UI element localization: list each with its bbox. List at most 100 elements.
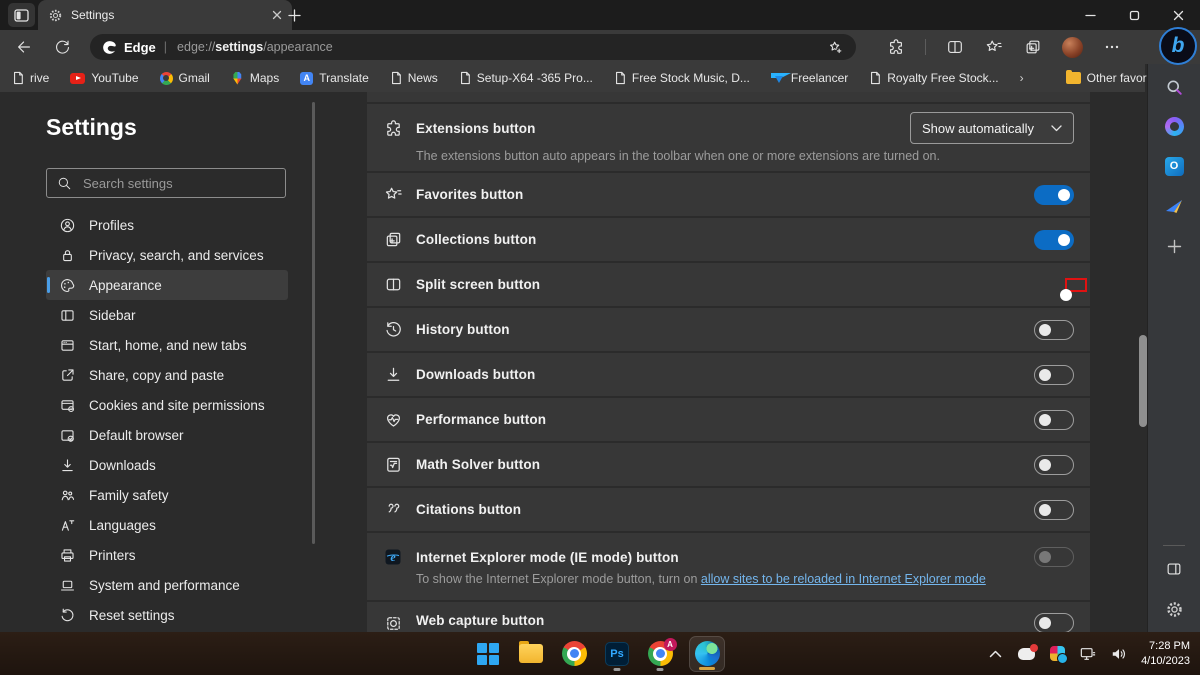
sidebar-item-cookies-permissions[interactable]: Cookies and site permissions bbox=[46, 390, 288, 420]
bing-chat-button[interactable]: b bbox=[1159, 27, 1197, 65]
web-capture-button-toggle[interactable] bbox=[1034, 613, 1074, 632]
sidebar-item-system-performance[interactable]: System and performance bbox=[46, 570, 288, 600]
microsoft365-icon bbox=[1165, 117, 1184, 136]
favorites-icon bbox=[383, 185, 403, 205]
page-icon bbox=[390, 71, 402, 85]
tab-close-icon[interactable] bbox=[272, 10, 282, 20]
start-button[interactable] bbox=[474, 636, 502, 672]
close-button[interactable] bbox=[1156, 0, 1200, 30]
sidebar-item-share-copy-paste[interactable]: Share, copy and paste bbox=[46, 360, 288, 390]
maximize-button[interactable] bbox=[1112, 0, 1156, 30]
extensions-visibility-dropdown[interactable]: Show automatically bbox=[910, 112, 1074, 144]
chrome-profile-button[interactable]: A bbox=[646, 636, 674, 672]
sidebar-item-downloads[interactable]: Downloads bbox=[46, 450, 288, 480]
workspaces-button[interactable] bbox=[8, 3, 35, 27]
favorites-button-toggle[interactable] bbox=[1034, 185, 1074, 205]
photoshop-button[interactable]: Ps bbox=[603, 636, 631, 672]
volume-tray-icon[interactable] bbox=[1110, 645, 1128, 663]
search-input[interactable] bbox=[81, 175, 275, 192]
sidebar-microsoft365-button[interactable] bbox=[1161, 113, 1187, 139]
chrome-icon: A bbox=[648, 641, 673, 666]
citations-button-toggle[interactable] bbox=[1034, 500, 1074, 520]
performance-button-toggle[interactable] bbox=[1034, 410, 1074, 430]
privacy-lock-icon bbox=[58, 246, 76, 264]
profile-badge: A bbox=[664, 638, 677, 651]
search-icon bbox=[57, 176, 72, 191]
new-tab-button[interactable] bbox=[282, 4, 306, 26]
sidebar-settings-gear-button[interactable] bbox=[1161, 596, 1187, 622]
bookmarks-overflow-button[interactable]: › bbox=[1020, 71, 1024, 85]
active-indicator bbox=[699, 667, 715, 670]
page-scrollbar-thumb[interactable] bbox=[1139, 335, 1147, 427]
citations-icon bbox=[383, 500, 403, 520]
sidebar-panel-toggle-button[interactable] bbox=[1161, 556, 1187, 582]
network-tray-icon[interactable] bbox=[1079, 645, 1097, 663]
bookmark-item[interactable]: Free Stock Music, D... bbox=[614, 71, 750, 85]
slack-tray-icon[interactable] bbox=[1048, 645, 1066, 663]
bookmark-item[interactable]: rive bbox=[12, 71, 49, 85]
add-favorite-icon[interactable] bbox=[827, 39, 844, 56]
chrome-button[interactable] bbox=[560, 636, 588, 672]
bookmark-item[interactable]: News bbox=[390, 71, 438, 85]
taskbar-clock[interactable]: 7:28 PM 4/10/2023 bbox=[1141, 639, 1190, 668]
collections-button-toggle[interactable] bbox=[1034, 230, 1074, 250]
bookmark-item[interactable]: Setup-X64 -365 Pro... bbox=[459, 71, 593, 85]
collections-toolbar-icon[interactable] bbox=[1023, 37, 1043, 57]
split-screen-toolbar-icon[interactable] bbox=[945, 37, 965, 57]
sidebar-divider bbox=[1163, 545, 1185, 546]
sidebar-add-button[interactable] bbox=[1161, 233, 1187, 259]
sidebar-item-start-home[interactable]: Start, home, and new tabs bbox=[46, 330, 288, 360]
downloads-button-toggle[interactable] bbox=[1034, 365, 1074, 385]
math-solver-button-toggle[interactable] bbox=[1034, 455, 1074, 475]
bookmark-item[interactable]: Royalty Free Stock... bbox=[869, 71, 998, 85]
bookmark-item[interactable]: Freelancer bbox=[771, 71, 848, 85]
sidebar-outlook-button[interactable]: O bbox=[1161, 153, 1187, 179]
languages-icon bbox=[58, 516, 76, 534]
refresh-button[interactable] bbox=[52, 37, 72, 57]
favorites-toolbar-icon[interactable] bbox=[984, 37, 1004, 57]
sidebar-search-button[interactable] bbox=[1161, 74, 1187, 100]
bookmark-item[interactable]: YouTube bbox=[70, 71, 138, 85]
setting-row-ie-mode: e Internet Explorer mode (IE mode) butto… bbox=[367, 533, 1090, 600]
nav-scrollbar[interactable] bbox=[312, 102, 315, 544]
extensions-icon bbox=[383, 118, 403, 138]
history-button-toggle[interactable] bbox=[1034, 320, 1074, 340]
tray-chevron-icon[interactable] bbox=[986, 645, 1004, 663]
tab-settings[interactable]: Settings bbox=[38, 0, 292, 30]
address-separator: | bbox=[164, 40, 167, 54]
bookmark-item[interactable]: A Translate bbox=[300, 71, 369, 85]
sidebar-item-printers[interactable]: Printers bbox=[46, 540, 288, 570]
sidebar-item-sidebar[interactable]: Sidebar bbox=[46, 300, 288, 330]
address-bar[interactable]: Edge | edge://settings/appearance bbox=[90, 34, 856, 60]
appearance-palette-icon bbox=[58, 276, 76, 294]
sidebar-item-reset-settings[interactable]: Reset settings bbox=[46, 600, 288, 630]
setting-row-math-solver: Math Solver button bbox=[367, 443, 1090, 486]
folder-icon bbox=[1066, 72, 1081, 84]
sidebar-item-appearance[interactable]: Appearance bbox=[46, 270, 288, 300]
tab-strip: Settings bbox=[0, 0, 1200, 30]
sidebar-designer-button[interactable] bbox=[1161, 193, 1187, 219]
cookies-permissions-icon bbox=[58, 396, 76, 414]
settings-search-box[interactable] bbox=[46, 168, 286, 198]
sidebar-item-privacy[interactable]: Privacy, search, and services bbox=[46, 240, 288, 270]
more-menu-icon[interactable] bbox=[1102, 37, 1122, 57]
clock-time: 7:28 PM bbox=[1141, 639, 1190, 653]
sidebar-item-languages[interactable]: Languages bbox=[46, 510, 288, 540]
sidebar-item-profiles[interactable]: Profiles bbox=[46, 210, 288, 240]
bookmark-item[interactable]: Gmail bbox=[160, 71, 210, 85]
file-explorer-button[interactable] bbox=[517, 636, 545, 672]
profile-avatar[interactable] bbox=[1062, 37, 1083, 58]
collections-icon bbox=[383, 230, 403, 250]
sidebar-item-default-browser[interactable]: Default browser bbox=[46, 420, 288, 450]
bookmark-item[interactable]: Maps bbox=[231, 71, 279, 85]
minimize-button[interactable] bbox=[1068, 0, 1112, 30]
extensions-icon[interactable] bbox=[886, 37, 906, 57]
windows-taskbar: Ps A 7:28 PM bbox=[0, 632, 1200, 675]
ie-mode-link[interactable]: allow sites to be reloaded in Internet E… bbox=[701, 572, 986, 586]
edge-button[interactable] bbox=[689, 636, 725, 672]
printer-icon bbox=[58, 546, 76, 564]
page-icon bbox=[614, 71, 626, 85]
sidebar-item-family-safety[interactable]: Family safety bbox=[46, 480, 288, 510]
discord-tray-icon[interactable] bbox=[1017, 645, 1035, 663]
back-button[interactable] bbox=[14, 37, 34, 57]
